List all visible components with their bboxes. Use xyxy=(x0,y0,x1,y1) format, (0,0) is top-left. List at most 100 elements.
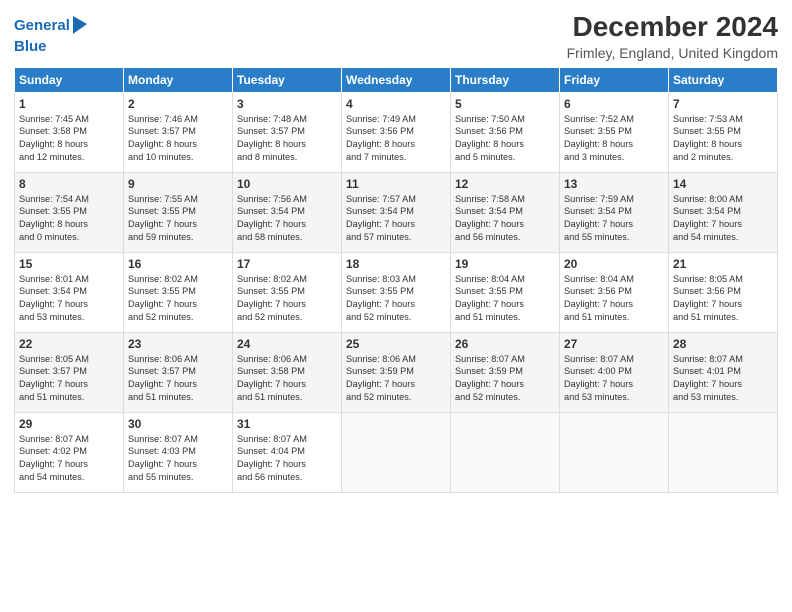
day-number: 28 xyxy=(673,337,773,351)
cell-details: Sunrise: 7:55 AMSunset: 3:55 PMDaylight:… xyxy=(128,193,228,245)
day-number: 8 xyxy=(19,177,119,191)
calendar-week-row: 15 Sunrise: 8:01 AMSunset: 3:54 PMDayligh… xyxy=(15,252,778,332)
cell-details: Sunrise: 8:01 AMSunset: 3:54 PMDaylight:… xyxy=(19,273,119,325)
day-number: 17 xyxy=(237,257,337,271)
cell-details: Sunrise: 8:04 AMSunset: 3:55 PMDaylight:… xyxy=(455,273,555,325)
day-number: 20 xyxy=(564,257,664,271)
calendar-cell: 29Sunrise: 8:07 AMSunset: 4:02 PMDayligh… xyxy=(15,412,124,492)
cell-details: Sunrise: 7:56 AMSunset: 3:54 PMDaylight:… xyxy=(237,193,337,245)
calendar-header-friday: Friday xyxy=(560,67,669,92)
title-block: December 2024 Frimley, England, United K… xyxy=(567,10,778,61)
day-number: 21 xyxy=(673,257,773,271)
calendar-cell: 19 Sunrise: 8:04 AMSunset: 3:55 PMDayligh… xyxy=(451,252,560,332)
cell-details: Sunrise: 7:52 AMSunset: 3:55 PMDaylight:… xyxy=(564,113,664,165)
calendar-cell: 28 Sunrise: 8:07 AMSunset: 4:01 PMDayligh… xyxy=(669,332,778,412)
calendar-cell: 22 Sunrise: 8:05 AMSunset: 3:57 PMDayligh… xyxy=(15,332,124,412)
cell-details: Sunrise: 8:05 AMSunset: 3:56 PMDaylight:… xyxy=(673,273,773,325)
calendar-cell: 25 Sunrise: 8:06 AMSunset: 3:59 PMDayligh… xyxy=(342,332,451,412)
cell-details: Sunrise: 7:50 AMSunset: 3:56 PMDaylight:… xyxy=(455,113,555,165)
day-number: 7 xyxy=(673,97,773,111)
calendar-cell: 2Sunrise: 7:46 AMSunset: 3:57 PMDaylight… xyxy=(124,92,233,172)
day-number: 22 xyxy=(19,337,119,351)
cell-details: Sunrise: 8:07 AMSunset: 4:03 PMDaylight:… xyxy=(128,433,228,485)
logo-text-line2: Blue xyxy=(14,38,47,55)
day-number: 23 xyxy=(128,337,228,351)
day-number: 11 xyxy=(346,177,446,191)
cell-details: Sunrise: 7:59 AMSunset: 3:54 PMDaylight:… xyxy=(564,193,664,245)
calendar-cell: 31 Sunrise: 8:07 AMSunset: 4:04 PMDayligh… xyxy=(233,412,342,492)
day-number: 24 xyxy=(237,337,337,351)
day-number: 3 xyxy=(237,97,337,111)
header: General Blue December 2024 Frimley, Engl… xyxy=(14,10,778,61)
cell-details: Sunrise: 8:02 AMSunset: 3:55 PMDaylight:… xyxy=(128,273,228,325)
calendar-cell: 6 Sunrise: 7:52 AMSunset: 3:55 PMDaylight… xyxy=(560,92,669,172)
cell-details: Sunrise: 7:53 AMSunset: 3:55 PMDaylight:… xyxy=(673,113,773,165)
calendar-header-thursday: Thursday xyxy=(451,67,560,92)
cell-details: Sunrise: 8:06 AMSunset: 3:59 PMDaylight:… xyxy=(346,353,446,405)
day-number: 4 xyxy=(346,97,446,111)
calendar-cell: 16Sunrise: 8:02 AMSunset: 3:55 PMDayligh… xyxy=(124,252,233,332)
calendar-header-saturday: Saturday xyxy=(669,67,778,92)
day-number: 25 xyxy=(346,337,446,351)
cell-details: Sunrise: 8:07 AMSunset: 3:59 PMDaylight:… xyxy=(455,353,555,405)
day-number: 1 xyxy=(19,97,119,111)
day-number: 15 xyxy=(19,257,119,271)
day-number: 26 xyxy=(455,337,555,351)
main-title: December 2024 xyxy=(567,10,778,44)
logo: General Blue xyxy=(14,14,89,56)
cell-details: Sunrise: 8:07 AMSunset: 4:04 PMDaylight:… xyxy=(237,433,337,485)
calendar-cell: 24Sunrise: 8:06 AMSunset: 3:58 PMDayligh… xyxy=(233,332,342,412)
calendar-cell: 15 Sunrise: 8:01 AMSunset: 3:54 PMDayligh… xyxy=(15,252,124,332)
day-number: 5 xyxy=(455,97,555,111)
cell-details: Sunrise: 8:04 AMSunset: 3:56 PMDaylight:… xyxy=(564,273,664,325)
day-number: 14 xyxy=(673,177,773,191)
calendar-cell xyxy=(560,412,669,492)
calendar-cell: 14 Sunrise: 8:00 AMSunset: 3:54 PMDayligh… xyxy=(669,172,778,252)
calendar-table: SundayMondayTuesdayWednesdayThursdayFrid… xyxy=(14,67,778,493)
cell-details: Sunrise: 7:57 AMSunset: 3:54 PMDaylight:… xyxy=(346,193,446,245)
logo-text-line1: General xyxy=(14,17,70,35)
cell-details: Sunrise: 7:48 AMSunset: 3:57 PMDaylight:… xyxy=(237,113,337,165)
calendar-cell: 1 Sunrise: 7:45 AMSunset: 3:58 PMDaylight… xyxy=(15,92,124,172)
calendar-cell xyxy=(451,412,560,492)
calendar-cell: 4 Sunrise: 7:49 AMSunset: 3:56 PMDaylight… xyxy=(342,92,451,172)
logo-icon xyxy=(71,14,89,36)
cell-details: Sunrise: 8:07 AMSunset: 4:02 PMDaylight:… xyxy=(19,433,119,485)
day-number: 19 xyxy=(455,257,555,271)
calendar-cell xyxy=(669,412,778,492)
cell-details: Sunrise: 8:07 AMSunset: 4:01 PMDaylight:… xyxy=(673,353,773,405)
calendar-cell: 30Sunrise: 8:07 AMSunset: 4:03 PMDayligh… xyxy=(124,412,233,492)
calendar-cell: 11 Sunrise: 7:57 AMSunset: 3:54 PMDayligh… xyxy=(342,172,451,252)
calendar-cell: 13 Sunrise: 7:59 AMSunset: 3:54 PMDayligh… xyxy=(560,172,669,252)
calendar-week-row: 29Sunrise: 8:07 AMSunset: 4:02 PMDayligh… xyxy=(15,412,778,492)
calendar-cell: 3 Sunrise: 7:48 AMSunset: 3:57 PMDaylight… xyxy=(233,92,342,172)
cell-details: Sunrise: 8:02 AMSunset: 3:55 PMDaylight:… xyxy=(237,273,337,325)
day-number: 13 xyxy=(564,177,664,191)
calendar-cell: 17 Sunrise: 8:02 AMSunset: 3:55 PMDayligh… xyxy=(233,252,342,332)
cell-details: Sunrise: 8:07 AMSunset: 4:00 PMDaylight:… xyxy=(564,353,664,405)
day-number: 6 xyxy=(564,97,664,111)
calendar-cell: 20 Sunrise: 8:04 AMSunset: 3:56 PMDayligh… xyxy=(560,252,669,332)
calendar-week-row: 22 Sunrise: 8:05 AMSunset: 3:57 PMDayligh… xyxy=(15,332,778,412)
day-number: 31 xyxy=(237,417,337,431)
page-container: General Blue December 2024 Frimley, Engl… xyxy=(0,0,792,612)
calendar-cell: 21 Sunrise: 8:05 AMSunset: 3:56 PMDayligh… xyxy=(669,252,778,332)
calendar-cell: 12Sunrise: 7:58 AMSunset: 3:54 PMDayligh… xyxy=(451,172,560,252)
cell-details: Sunrise: 7:46 AMSunset: 3:57 PMDaylight:… xyxy=(128,113,228,165)
calendar-cell: 5 Sunrise: 7:50 AMSunset: 3:56 PMDaylight… xyxy=(451,92,560,172)
cell-details: Sunrise: 8:00 AMSunset: 3:54 PMDaylight:… xyxy=(673,193,773,245)
cell-details: Sunrise: 7:49 AMSunset: 3:56 PMDaylight:… xyxy=(346,113,446,165)
calendar-cell xyxy=(342,412,451,492)
day-number: 12 xyxy=(455,177,555,191)
calendar-cell: 18Sunrise: 8:03 AMSunset: 3:55 PMDayligh… xyxy=(342,252,451,332)
day-number: 18 xyxy=(346,257,446,271)
calendar-cell: 26 Sunrise: 8:07 AMSunset: 3:59 PMDayligh… xyxy=(451,332,560,412)
calendar-week-row: 8Sunrise: 7:54 AMSunset: 3:55 PMDaylight… xyxy=(15,172,778,252)
cell-details: Sunrise: 8:05 AMSunset: 3:57 PMDaylight:… xyxy=(19,353,119,405)
calendar-header-monday: Monday xyxy=(124,67,233,92)
calendar-header-tuesday: Tuesday xyxy=(233,67,342,92)
calendar-header-sunday: Sunday xyxy=(15,67,124,92)
calendar-cell: 9Sunrise: 7:55 AMSunset: 3:55 PMDaylight… xyxy=(124,172,233,252)
cell-details: Sunrise: 7:45 AMSunset: 3:58 PMDaylight:… xyxy=(19,113,119,165)
calendar-header-wednesday: Wednesday xyxy=(342,67,451,92)
